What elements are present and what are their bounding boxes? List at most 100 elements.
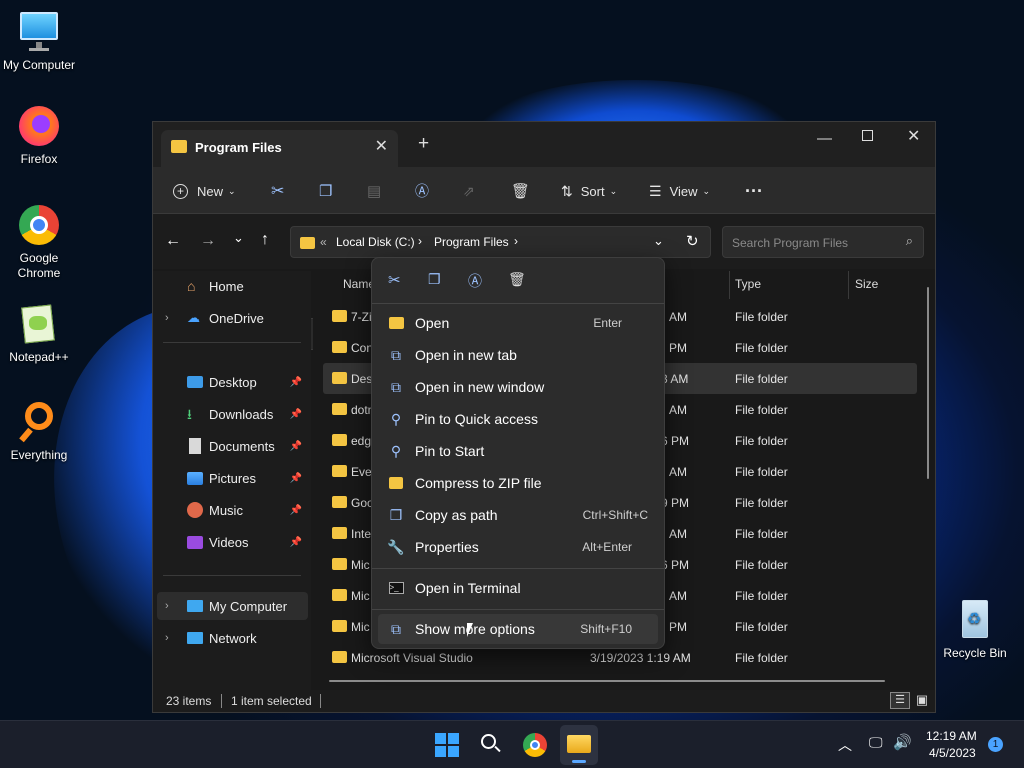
horizontal-scrollbar[interactable] — [329, 680, 885, 682]
file-explorer-taskbar-button[interactable] — [560, 725, 598, 765]
view-label: View — [669, 183, 698, 199]
home-icon: ⌂ — [187, 278, 196, 294]
breadcrumb-overflow[interactable]: « — [320, 235, 327, 249]
status-bar: 23 items 1 item selected ☰ ▣ — [153, 690, 935, 712]
more-options-icon[interactable]: ··· — [745, 177, 763, 205]
nav-downloads[interactable]: ⭳ Downloads 📌 — [163, 400, 308, 428]
nav-my-computer[interactable]: › My Computer — [157, 592, 308, 620]
sort-button[interactable]: ⇅ Sort ⌄ — [561, 177, 617, 205]
menu-item-pin-start[interactable]: ⚲ Pin to Start — [378, 436, 658, 466]
show-hidden-icons-chevron[interactable]: ︿ — [838, 735, 852, 755]
close-window-button[interactable]: ✕ — [907, 126, 920, 146]
tiles-view-button[interactable]: ▣ — [913, 692, 931, 709]
menu-item-open-new-window[interactable]: ⧉ Open in new window — [378, 372, 658, 402]
breadcrumb-local-disk[interactable]: Local Disk (C:) — [336, 235, 415, 249]
clock-date[interactable]: 4/5/2023 — [929, 746, 976, 760]
search-button[interactable] — [480, 733, 502, 755]
vertical-scrollbar[interactable] — [927, 287, 929, 479]
desktop-icon-recycle-bin[interactable]: ♻ Recycle Bin — [936, 598, 1014, 661]
address-dropdown-icon[interactable]: ⌄ — [653, 233, 664, 249]
folder-icon — [567, 735, 591, 753]
minimize-button[interactable]: — — [817, 130, 832, 147]
nav-videos[interactable]: Videos 📌 — [163, 528, 308, 556]
nav-network[interactable]: › Network — [163, 624, 308, 652]
folder-icon — [332, 651, 347, 663]
menu-label: Open in new tab — [415, 347, 517, 363]
address-bar-field[interactable]: « Local Disk (C:) › Program Files › ⌄ ↻ — [290, 226, 711, 258]
expand-chevron-icon[interactable]: › — [165, 312, 169, 324]
menu-label: Pin to Start — [415, 443, 485, 459]
firefox-icon — [17, 104, 61, 148]
new-button[interactable]: + New ⌄ — [173, 177, 236, 205]
nav-onedrive[interactable]: › ☁ OneDrive — [163, 304, 308, 332]
nav-music[interactable]: Music 📌 — [163, 496, 308, 524]
pin-icon: ⚲ — [390, 410, 402, 427]
recent-chevron-icon[interactable]: ⌄ — [233, 230, 244, 246]
search-box[interactable]: Search Program Files ⌕ — [722, 226, 924, 258]
desktop-icon-my-computer[interactable]: My Computer — [0, 10, 78, 73]
menu-item-open-new-tab[interactable]: ⧉ Open in new tab — [378, 340, 658, 370]
delete-icon[interactable]: 🗑 — [511, 177, 530, 205]
breadcrumb-program-files[interactable]: Program Files — [434, 235, 509, 249]
copy-icon[interactable]: ❐ — [319, 177, 332, 205]
chevron-down-icon: ⌄ — [228, 185, 236, 196]
wrench-icon: 🔧 — [387, 538, 405, 555]
cut-icon[interactable]: ✂ — [271, 177, 284, 205]
column-header-size[interactable]: Size — [855, 277, 878, 291]
search-input[interactable]: Search Program Files — [732, 236, 848, 250]
view-button[interactable]: ☰ View ⌄ — [649, 177, 710, 205]
copy-icon[interactable]: ❐ — [428, 271, 441, 288]
delete-icon[interactable]: 🗑 — [508, 271, 526, 288]
close-tab-icon[interactable]: ✕ — [375, 136, 388, 156]
folder-icon — [332, 589, 347, 601]
back-arrow-icon[interactable]: ← — [165, 232, 181, 250]
status-divider — [221, 694, 222, 708]
column-header-type[interactable]: Type — [735, 277, 761, 291]
folder-icon — [332, 527, 347, 539]
start-button[interactable] — [435, 733, 459, 757]
menu-item-open[interactable]: Open Enter — [378, 308, 658, 338]
clock-time[interactable]: 12:19 AM — [926, 729, 977, 743]
volume-icon[interactable]: 🔊 — [893, 733, 912, 751]
cut-icon[interactable]: ✂ — [388, 271, 401, 289]
expand-chevron-icon[interactable]: › — [165, 600, 169, 612]
desktop-icon-firefox[interactable]: Firefox — [0, 104, 78, 167]
windows-logo-tile — [448, 733, 459, 744]
menu-item-properties[interactable]: 🔧 Properties Alt+Enter — [378, 532, 658, 562]
nav-label: Documents — [209, 438, 275, 454]
tab-title: Program Files — [195, 140, 282, 155]
new-tab-button[interactable]: + — [418, 133, 429, 155]
menu-shortcut: Ctrl+Shift+C — [582, 508, 648, 522]
pin-icon: 📌 — [289, 472, 302, 484]
sort-icon: ⇅ — [561, 182, 573, 199]
up-arrow-icon[interactable]: ↑ — [261, 231, 269, 249]
refresh-icon[interactable]: ↻ — [686, 232, 699, 250]
nav-home[interactable]: ⌂ Home — [163, 272, 308, 300]
maximize-button[interactable] — [862, 130, 873, 141]
nav-desktop[interactable]: Desktop 📌 — [163, 368, 308, 396]
desktop-icon-chrome[interactable]: Google Chrome — [0, 203, 78, 281]
forward-arrow-icon[interactable]: → — [200, 232, 216, 250]
paste-icon[interactable]: ▤ — [367, 177, 381, 205]
expand-chevron-icon[interactable]: › — [165, 632, 169, 644]
desktop-icon-everything[interactable]: Everything — [0, 400, 78, 463]
windows-logo-tile — [435, 733, 446, 744]
menu-item-show-more-options[interactable]: ⧉ Show more options Shift+F10 — [378, 614, 658, 644]
share-icon[interactable]: ⇗ — [463, 177, 475, 205]
notification-badge[interactable]: 1 — [988, 737, 1003, 752]
menu-item-open-terminal[interactable]: >_ Open in Terminal — [378, 573, 658, 603]
tab-program-files[interactable]: Program Files ✕ — [161, 130, 398, 167]
menu-item-compress-zip[interactable]: Compress to ZIP file — [378, 468, 658, 498]
nav-documents[interactable]: Documents 📌 — [163, 432, 308, 460]
rename-icon[interactable]: Ⓐ — [468, 271, 482, 291]
details-view-button[interactable]: ☰ — [890, 692, 910, 709]
menu-item-pin-quick-access[interactable]: ⚲ Pin to Quick access — [378, 404, 658, 434]
network-status-icon[interactable]: 🖵 — [869, 734, 883, 751]
desktop-icon-notepadpp[interactable]: Notepad++ — [0, 302, 78, 365]
pictures-icon — [187, 471, 203, 485]
menu-item-copy-as-path[interactable]: ❐ Copy as path Ctrl+Shift+C — [378, 500, 658, 530]
nav-pictures[interactable]: Pictures 📌 — [163, 464, 308, 492]
chrome-icon — [530, 740, 540, 750]
rename-icon[interactable]: Ⓐ — [415, 177, 429, 205]
chrome-taskbar-button[interactable] — [523, 733, 547, 757]
